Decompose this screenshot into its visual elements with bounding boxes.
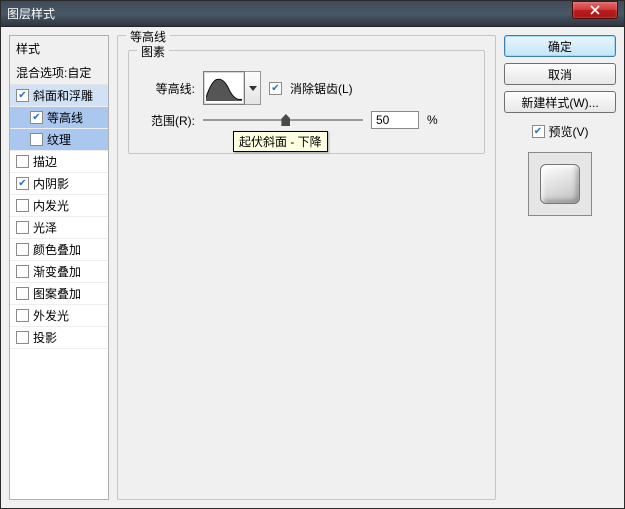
style-item-label: 等高线 <box>47 109 83 126</box>
style-item-label: 外发光 <box>33 307 69 324</box>
contour-dropdown[interactable] <box>245 71 261 105</box>
style-checkbox[interactable] <box>30 133 43 146</box>
style-item[interactable]: 内阴影 <box>10 173 108 195</box>
range-unit: % <box>427 113 438 127</box>
style-preview <box>528 152 592 216</box>
preview-swatch <box>540 164 580 204</box>
style-item-label: 斜面和浮雕 <box>33 87 93 104</box>
style-item-label: 纹理 <box>47 131 71 148</box>
style-item[interactable]: 内发光 <box>10 195 108 217</box>
style-item[interactable]: 等高线 <box>10 107 108 129</box>
style-checkbox[interactable] <box>16 199 29 212</box>
close-icon <box>590 5 600 15</box>
style-checkbox[interactable] <box>16 221 29 234</box>
style-checkbox[interactable] <box>30 111 43 124</box>
close-button[interactable] <box>572 1 618 19</box>
elements-group: 图素 等高线: <box>128 50 485 154</box>
preview-checkbox[interactable] <box>532 125 545 138</box>
window-title: 图层样式 <box>7 5 55 22</box>
ok-button[interactable]: 确定 <box>504 35 616 57</box>
range-label: 范围(R): <box>139 112 195 129</box>
style-item-label: 图案叠加 <box>33 285 81 302</box>
style-item[interactable]: 光泽 <box>10 217 108 239</box>
contour-group: 等高线 图素 等高线: <box>117 35 496 500</box>
style-list: 样式 混合选项:自定 斜面和浮雕等高线纹理描边内阴影内发光光泽颜色叠加渐变叠加图… <box>9 35 109 500</box>
style-checkbox[interactable] <box>16 155 29 168</box>
style-item[interactable]: 投影 <box>10 327 108 349</box>
style-item[interactable]: 描边 <box>10 151 108 173</box>
new-style-button[interactable]: 新建样式(W)... <box>504 91 616 113</box>
style-item[interactable]: 渐变叠加 <box>10 261 108 283</box>
style-checkbox[interactable] <box>16 265 29 278</box>
button-column: 确定 取消 新建样式(W)... 预览(V) <box>504 35 616 500</box>
style-item-label: 投影 <box>33 329 57 346</box>
style-list-header: 样式 <box>10 36 108 61</box>
style-item-label: 内发光 <box>33 197 69 214</box>
chevron-down-icon <box>249 86 257 91</box>
style-checkbox[interactable] <box>16 243 29 256</box>
style-checkbox[interactable] <box>16 287 29 300</box>
range-slider[interactable]: 起伏斜面 - 下降 <box>203 113 363 127</box>
style-item[interactable]: 外发光 <box>10 305 108 327</box>
contour-picker[interactable] <box>203 71 245 105</box>
style-checkbox[interactable] <box>16 89 29 102</box>
inner-legend: 图素 <box>137 43 169 60</box>
preview-label: 预览(V) <box>549 123 589 140</box>
main-panel: 等高线 图素 等高线: <box>117 35 496 500</box>
cancel-button[interactable]: 取消 <box>504 63 616 85</box>
layer-style-dialog: 图层样式 样式 混合选项:自定 斜面和浮雕等高线纹理描边内阴影内发光光泽颜色叠加… <box>0 0 625 509</box>
style-item-label: 内阴影 <box>33 175 69 192</box>
antialias-label: 消除锯齿(L) <box>290 80 353 97</box>
titlebar[interactable]: 图层样式 <box>1 1 624 27</box>
style-item-label: 渐变叠加 <box>33 263 81 280</box>
style-item-label: 光泽 <box>33 219 57 236</box>
style-item-label: 颜色叠加 <box>33 241 81 258</box>
style-checkbox[interactable] <box>16 309 29 322</box>
style-checkbox[interactable] <box>16 177 29 190</box>
range-thumb[interactable] <box>281 114 290 126</box>
style-checkbox[interactable] <box>16 331 29 344</box>
style-item[interactable]: 纹理 <box>10 129 108 151</box>
style-item-label: 描边 <box>33 153 57 170</box>
blend-options[interactable]: 混合选项:自定 <box>10 61 108 85</box>
style-item[interactable]: 图案叠加 <box>10 283 108 305</box>
antialias-checkbox[interactable] <box>269 82 282 95</box>
style-item[interactable]: 斜面和浮雕 <box>10 85 108 107</box>
range-input[interactable] <box>371 111 419 129</box>
contour-tooltip: 起伏斜面 - 下降 <box>233 131 328 152</box>
contour-label: 等高线: <box>139 80 195 97</box>
style-item[interactable]: 颜色叠加 <box>10 239 108 261</box>
